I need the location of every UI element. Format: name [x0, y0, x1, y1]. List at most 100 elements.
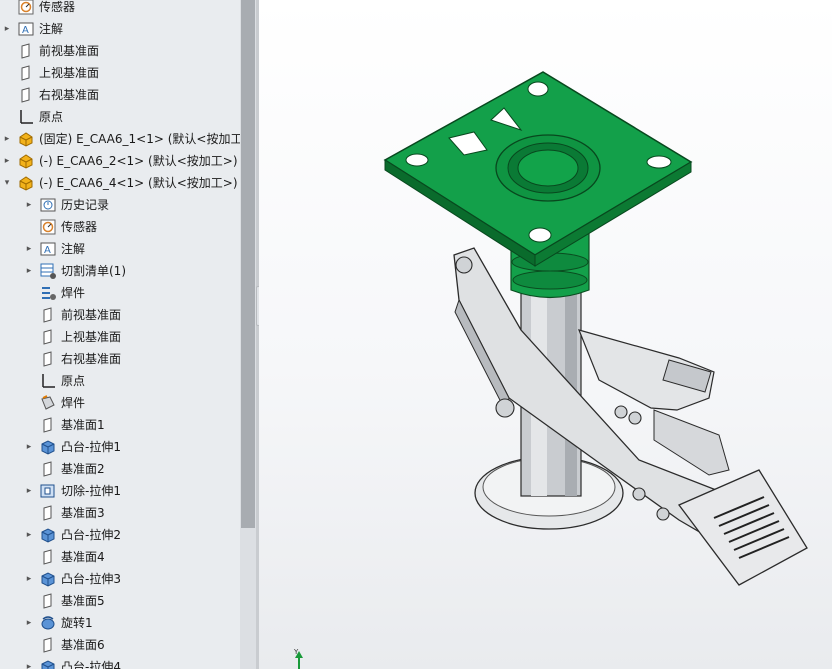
tree-item-label: 注解	[39, 22, 64, 36]
tree-item-label: 基准面4	[61, 550, 105, 564]
tree-item[interactable]: ▸原点	[2, 106, 63, 128]
tree-item[interactable]: ▸传感器	[2, 0, 75, 18]
tree-item-label: 上视基准面	[61, 330, 122, 344]
tree-item[interactable]: ▾ (-) E_CAA6_4<1> (默认<按加工>)	[2, 172, 238, 194]
tree-item[interactable]: ▸基准面6	[24, 634, 105, 656]
annotation-icon: A	[40, 241, 56, 257]
boss-extrude-icon	[40, 527, 56, 543]
revolve-icon	[40, 615, 56, 631]
tree-item[interactable]: ▸ 切割清单(1)	[24, 260, 126, 282]
plane-icon	[40, 461, 56, 477]
tree-item[interactable]: ▸ 凸台-拉伸1	[24, 436, 121, 458]
boss-extrude-icon	[40, 659, 56, 669]
plane-icon	[40, 417, 56, 433]
part-icon	[18, 131, 34, 147]
svg-text:A: A	[22, 25, 29, 36]
tree-item[interactable]: ▸焊件	[24, 282, 85, 304]
expand-arrow-icon[interactable]: ▸	[24, 238, 34, 260]
expand-arrow-icon[interactable]: ▸	[24, 612, 34, 634]
tree-item-label: 历史记录	[61, 198, 110, 212]
tree-item[interactable]: ▸ (-) E_CAA6_2<1> (默认<按加工>)	[2, 150, 238, 172]
sensor-icon	[40, 219, 56, 235]
tree-item-label: (固定) E_CAA6_1<1> (默认<按加工>	[39, 132, 240, 146]
tree-item[interactable]: ▸ (固定) E_CAA6_1<1> (默认<按加工>	[2, 128, 240, 150]
expand-arrow-icon[interactable]: ▸	[2, 128, 12, 150]
annotation-icon: A	[18, 21, 34, 37]
collapse-arrow-icon[interactable]: ▾	[2, 172, 12, 194]
part-icon	[18, 153, 34, 169]
tree-item[interactable]: ▸ A 注解	[24, 238, 85, 260]
tree-item[interactable]: ▸传感器	[24, 216, 97, 238]
tree-scrollbar-thumb[interactable]	[241, 0, 255, 528]
cut-list-icon	[40, 263, 56, 279]
origin-icon	[18, 109, 34, 125]
tree-item-label: 切除-拉伸1	[61, 484, 121, 498]
tree-item-label: 凸台-拉伸4	[61, 660, 121, 669]
tree-item[interactable]: ▸ 旋转1	[24, 612, 93, 634]
tree-item[interactable]: ▸ 历史记录	[24, 194, 109, 216]
tree-item-label: 基准面1	[61, 418, 105, 432]
cut-extrude-icon	[40, 483, 56, 499]
plane-icon	[40, 329, 56, 345]
graphics-viewport[interactable]	[259, 0, 832, 669]
tree-item[interactable]: ▸前视基准面	[24, 304, 121, 326]
tree-item[interactable]: ▸基准面5	[24, 590, 105, 612]
tree-item[interactable]: ▸基准面1	[24, 414, 105, 436]
tree-item-label: 焊件	[61, 396, 86, 410]
tree-item-label: 前视基准面	[61, 308, 122, 322]
expand-arrow-icon[interactable]: ▸	[24, 260, 34, 282]
expand-arrow-icon[interactable]: ▸	[24, 656, 34, 669]
caster-brake-model	[383, 71, 808, 586]
feature-manager-tree: ▸传感器▸A注解▸前视基准面▸上视基准面▸右视基准面▸原点▸(固定) E_CAA…	[0, 0, 240, 669]
tree-item-label: 凸台-拉伸3	[61, 572, 121, 586]
expand-arrow-icon[interactable]: ▸	[2, 18, 12, 40]
expand-arrow-icon[interactable]: ▸	[24, 568, 34, 590]
tree-item[interactable]: ▸ A 注解	[2, 18, 63, 40]
tree-item-label: 基准面5	[61, 594, 105, 608]
tree-item-label: 基准面3	[61, 506, 105, 520]
expand-arrow-icon[interactable]: ▸	[24, 436, 34, 458]
tree-item-label: 传感器	[39, 0, 76, 14]
plane-icon	[40, 351, 56, 367]
tree-item-label: 切割清单(1)	[61, 264, 126, 278]
tree-item-label: 前视基准面	[39, 44, 100, 58]
tree-item-label: 右视基准面	[61, 352, 122, 366]
tree-item[interactable]: ▸焊件	[24, 392, 85, 414]
plane-icon	[40, 549, 56, 565]
tree-item[interactable]: ▸右视基准面	[24, 348, 121, 370]
tree-item-label: 基准面6	[61, 638, 105, 652]
tree-item[interactable]: ▸ 切除-拉伸1	[24, 480, 121, 502]
tree-item-label: 右视基准面	[39, 88, 100, 102]
plane-icon	[40, 637, 56, 653]
tree-item[interactable]: ▸原点	[24, 370, 85, 392]
tree-item-label: 原点	[39, 110, 64, 124]
tree-item[interactable]: ▸ 凸台-拉伸4	[24, 656, 121, 669]
part-icon	[18, 175, 34, 191]
tree-item-label: (-) E_CAA6_4<1> (默认<按加工>)	[39, 176, 238, 190]
tree-item[interactable]: ▸上视基准面	[24, 326, 121, 348]
expand-arrow-icon[interactable]: ▸	[24, 194, 34, 216]
tree-item[interactable]: ▸上视基准面	[2, 62, 99, 84]
tree-item[interactable]: ▸右视基准面	[2, 84, 99, 106]
expand-arrow-icon[interactable]: ▸	[24, 524, 34, 546]
tree-item-label: (-) E_CAA6_2<1> (默认<按加工>)	[39, 154, 238, 168]
expand-arrow-icon[interactable]: ▸	[2, 150, 12, 172]
expand-arrow-icon[interactable]: ▸	[24, 480, 34, 502]
tree-item[interactable]: ▸基准面2	[24, 458, 105, 480]
tree-item[interactable]: ▸前视基准面	[2, 40, 99, 62]
tree-item-label: 凸台-拉伸2	[61, 528, 121, 542]
plane-icon	[18, 65, 34, 81]
plane-icon	[18, 43, 34, 59]
pivot-bolt-mid	[495, 398, 515, 418]
boss-extrude-icon	[40, 571, 56, 587]
weldment-icon	[40, 395, 56, 411]
tree-item-label: 旋转1	[61, 616, 93, 630]
tree-item-label: 传感器	[61, 220, 98, 234]
tree-item[interactable]: ▸基准面4	[24, 546, 105, 568]
tree-item[interactable]: ▸ 凸台-拉伸3	[24, 568, 121, 590]
svg-text:A: A	[44, 245, 51, 256]
tree-item[interactable]: ▸基准面3	[24, 502, 105, 524]
pivot-bolt-top	[455, 256, 473, 274]
triad-axis-label: Y	[294, 648, 299, 656]
tree-item[interactable]: ▸ 凸台-拉伸2	[24, 524, 121, 546]
